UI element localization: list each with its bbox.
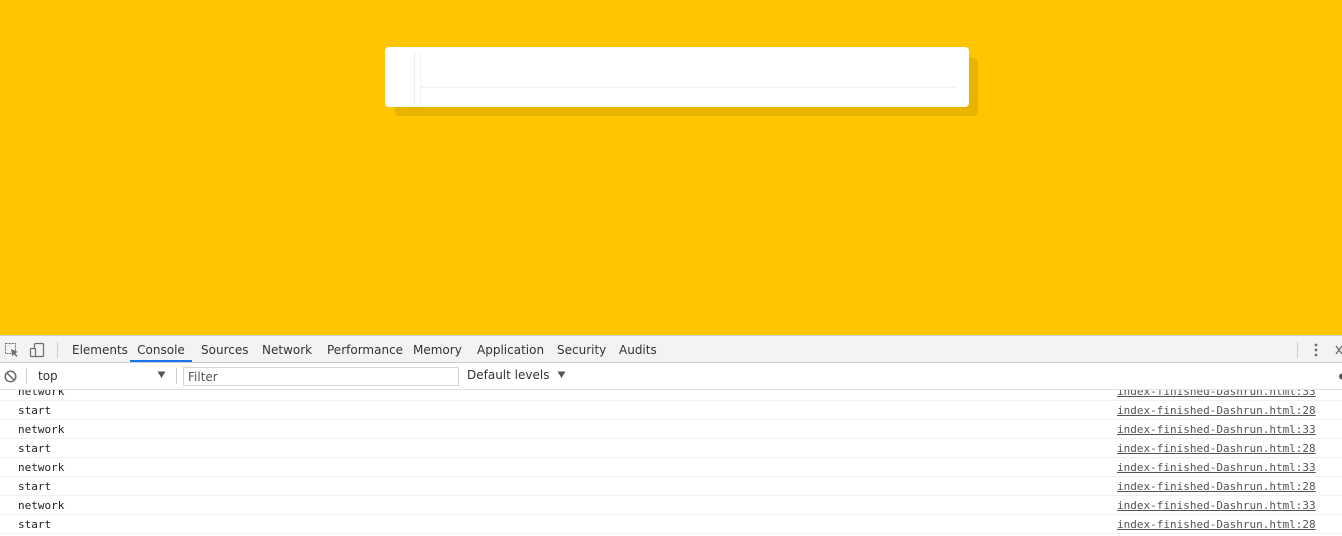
card-guide-line bbox=[420, 51, 421, 105]
default-levels-dropdown[interactable]: Default levels bbox=[467, 368, 566, 385]
more-options-icon[interactable] bbox=[1311, 342, 1321, 358]
console-settings-icon[interactable] bbox=[1336, 372, 1342, 381]
log-message: start bbox=[18, 480, 52, 493]
devtools-panel: Elements Console Sources Network Perform… bbox=[0, 335, 1342, 535]
tab-elements[interactable]: Elements bbox=[72, 336, 128, 362]
log-message: start bbox=[18, 442, 52, 455]
log-source-link[interactable]: index-finished-Dashrun.html:33 bbox=[1117, 499, 1316, 512]
clear-console-icon[interactable] bbox=[4, 370, 17, 383]
toolbar-divider bbox=[1297, 342, 1298, 358]
tab-memory[interactable]: Memory bbox=[413, 336, 462, 362]
log-source-link[interactable]: index-finished-Dashrun.html:33 bbox=[1117, 390, 1316, 398]
levels-label: Default levels bbox=[467, 368, 550, 382]
context-value: top bbox=[38, 369, 58, 383]
toolbar-divider bbox=[176, 368, 177, 384]
chevron-down-icon bbox=[157, 371, 166, 378]
log-message: network bbox=[18, 461, 65, 474]
tab-security[interactable]: Security bbox=[557, 336, 606, 362]
log-message: network bbox=[18, 499, 65, 512]
card-guide-line bbox=[414, 51, 415, 105]
log-source-link[interactable]: index-finished-Dashrun.html:28 bbox=[1117, 442, 1316, 455]
log-message: network bbox=[18, 423, 65, 436]
card-guide-line bbox=[421, 87, 956, 88]
close-icon[interactable] bbox=[1334, 344, 1342, 356]
console-log-list: network index-finished-Dashrun.html:33 s… bbox=[0, 390, 1342, 534]
toolbar-divider bbox=[57, 342, 58, 358]
log-message: start bbox=[18, 518, 52, 531]
console-log-row: start index-finished-Dashrun.html:28 bbox=[0, 477, 1342, 496]
tab-performance[interactable]: Performance bbox=[327, 336, 403, 362]
console-log-row: network index-finished-Dashrun.html:33 bbox=[0, 420, 1342, 439]
page-viewport bbox=[0, 0, 1342, 335]
log-source-link[interactable]: index-finished-Dashrun.html:28 bbox=[1117, 518, 1316, 531]
tab-audits[interactable]: Audits bbox=[619, 336, 657, 362]
console-log-row: start index-finished-Dashrun.html:28 bbox=[0, 439, 1342, 458]
devtools-tabbar: Elements Console Sources Network Perform… bbox=[0, 336, 1342, 363]
toolbar-divider bbox=[26, 368, 27, 384]
console-toolbar: top Default levels bbox=[0, 363, 1342, 390]
filter-input[interactable] bbox=[183, 367, 459, 386]
tab-sources[interactable]: Sources bbox=[201, 336, 248, 362]
white-card bbox=[385, 47, 969, 107]
tab-application[interactable]: Application bbox=[477, 336, 544, 362]
console-log-row: start index-finished-Dashrun.html:28 bbox=[0, 515, 1342, 534]
tab-network[interactable]: Network bbox=[262, 336, 312, 362]
log-source-link[interactable]: index-finished-Dashrun.html:33 bbox=[1117, 461, 1316, 474]
console-messages[interactable]: network index-finished-Dashrun.html:33 s… bbox=[0, 390, 1342, 536]
log-message: start bbox=[18, 404, 52, 417]
chevron-down-icon bbox=[557, 371, 566, 378]
console-log-row: start index-finished-Dashrun.html:28 bbox=[0, 401, 1342, 420]
console-log-row: network index-finished-Dashrun.html:33 bbox=[0, 458, 1342, 477]
device-toolbar-icon[interactable] bbox=[29, 342, 45, 358]
log-message: network bbox=[18, 390, 65, 398]
log-source-link[interactable]: index-finished-Dashrun.html:28 bbox=[1117, 480, 1316, 493]
console-log-row: network index-finished-Dashrun.html:33 bbox=[0, 390, 1342, 401]
console-log-row: network index-finished-Dashrun.html:33 bbox=[0, 496, 1342, 515]
inspect-element-icon[interactable] bbox=[4, 342, 20, 358]
tab-console[interactable]: Console bbox=[130, 336, 192, 362]
log-source-link[interactable]: index-finished-Dashrun.html:33 bbox=[1117, 423, 1316, 436]
context-select[interactable]: top bbox=[30, 368, 168, 385]
log-source-link[interactable]: index-finished-Dashrun.html:28 bbox=[1117, 404, 1316, 417]
